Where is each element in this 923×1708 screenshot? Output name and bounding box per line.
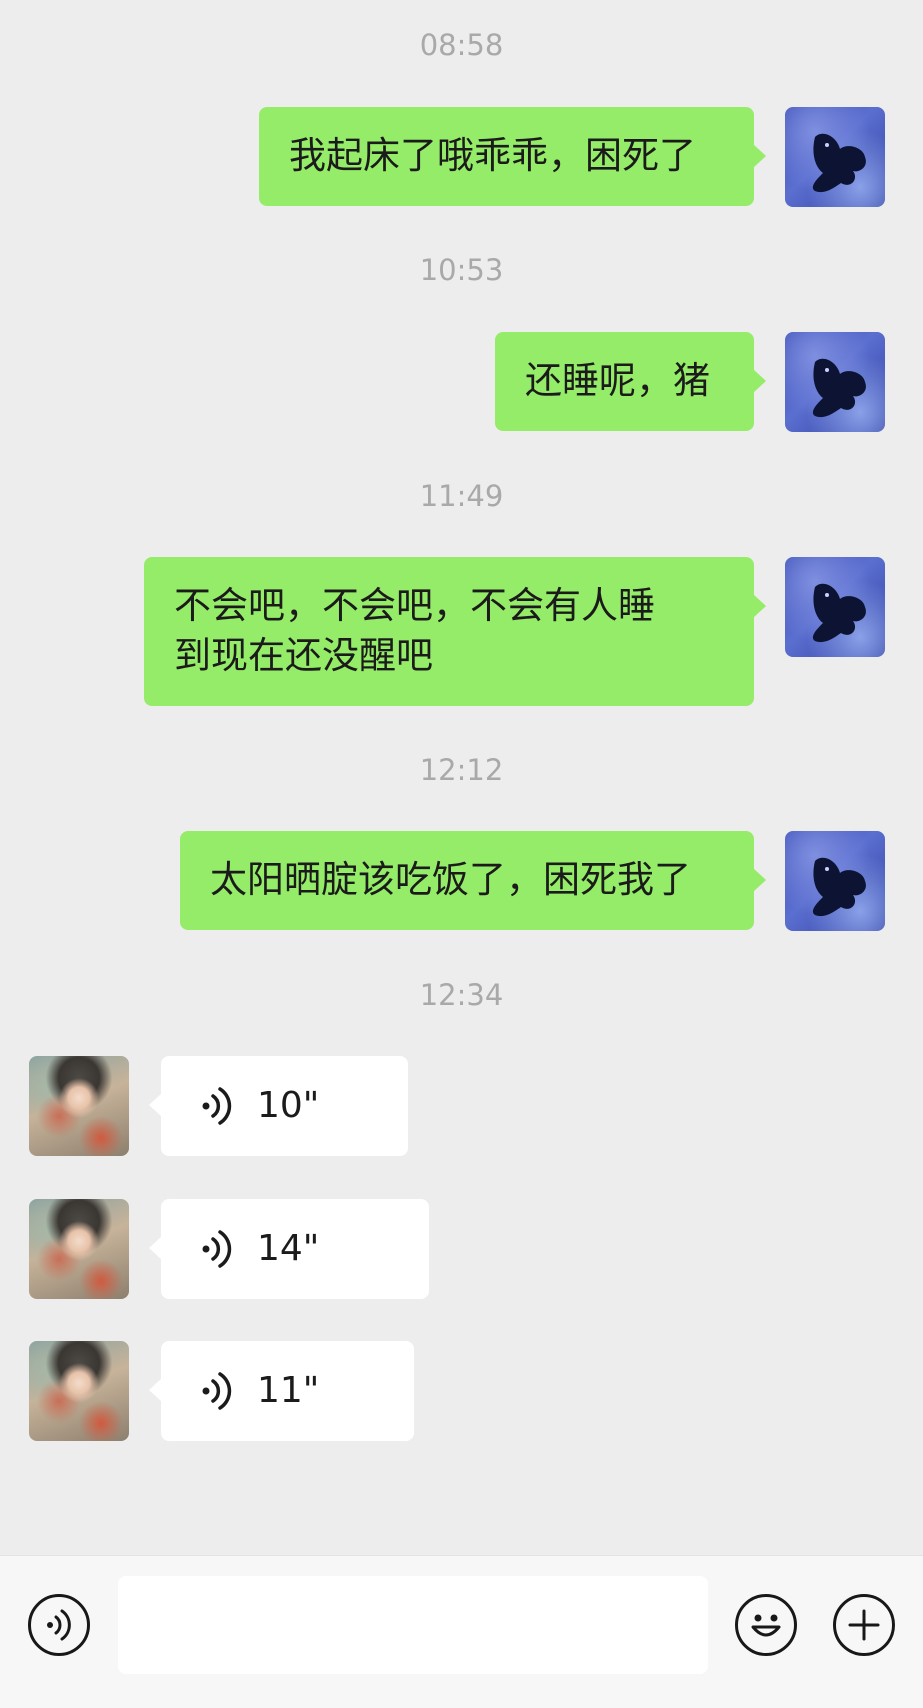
butterfly-avatar-image <box>812 583 866 643</box>
voice-wave-icon <box>202 1230 232 1268</box>
my-avatar[interactable] <box>785 831 885 931</box>
message-text: 我起床了哦乖乖，困死了 <box>289 134 696 177</box>
contact-avatar[interactable] <box>29 1341 129 1441</box>
message-bubble[interactable]: 我起床了哦乖乖，困死了 <box>259 107 766 206</box>
message-bubble[interactable]: 太阳晒腚该吃饭了，困死我了 <box>180 831 766 930</box>
timestamp: 08:58 <box>419 28 504 62</box>
message-bubble[interactable]: 还睡呢，猪 <box>495 332 766 431</box>
contact-avatar[interactable] <box>29 1056 129 1156</box>
more-functions-button[interactable] <box>833 1594 895 1656</box>
butterfly-avatar-image <box>812 358 866 418</box>
voice-icon <box>47 1609 71 1641</box>
message-input[interactable] <box>118 1576 708 1674</box>
message-text: 不会吧，不会吧，不会有人睡 到现在还没醒吧 <box>174 584 655 677</box>
voice-message-bubble[interactable]: 10" <box>149 1056 408 1156</box>
timestamp: 12:12 <box>419 753 504 787</box>
contact-avatar[interactable] <box>29 1199 129 1299</box>
my-avatar[interactable] <box>785 107 885 207</box>
emoji-button[interactable] <box>735 1594 797 1656</box>
timestamp: 12:34 <box>419 978 504 1012</box>
chat-area[interactable]: 08:58 我起床了哦乖乖，困死了 10:53 还睡呢，猪 11:49 不会吧，… <box>0 0 923 1555</box>
voice-wave-icon <box>202 1087 232 1125</box>
plus-icon <box>848 1609 880 1641</box>
message-bubble[interactable]: 不会吧，不会吧，不会有人睡 到现在还没醒吧 <box>144 557 766 706</box>
timestamp: 10:53 <box>419 253 504 287</box>
voice-duration: 10" <box>257 1085 320 1126</box>
message-text: 还睡呢，猪 <box>525 359 710 402</box>
my-avatar[interactable] <box>785 332 885 432</box>
my-avatar[interactable] <box>785 557 885 657</box>
emoji-icon <box>751 1614 781 1637</box>
voice-message-bubble[interactable]: 11" <box>149 1341 414 1441</box>
voice-wave-icon <box>202 1372 232 1410</box>
timestamp: 11:49 <box>419 479 504 513</box>
voice-message-bubble[interactable]: 14" <box>149 1199 429 1299</box>
butterfly-avatar-image <box>812 857 866 917</box>
voice-input-button[interactable] <box>28 1594 90 1656</box>
voice-duration: 11" <box>257 1370 320 1411</box>
message-text: 太阳晒腚该吃饭了，困死我了 <box>210 858 691 901</box>
voice-duration: 14" <box>257 1228 320 1269</box>
input-toolbar <box>0 1555 923 1708</box>
butterfly-avatar-image <box>812 133 866 193</box>
